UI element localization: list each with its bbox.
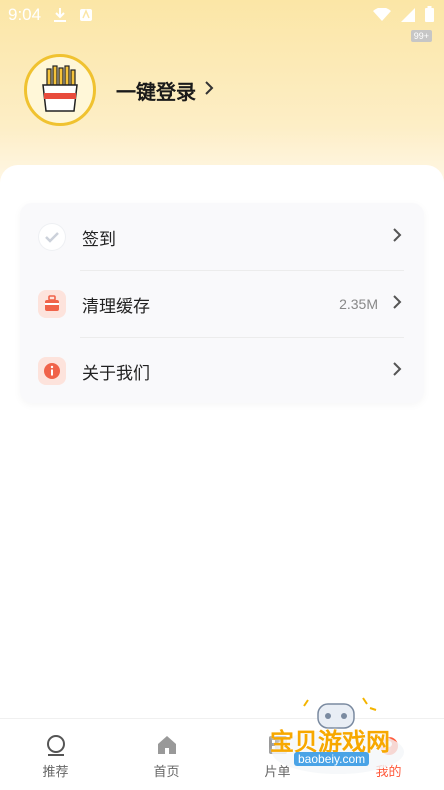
tab-label: 推荐 [42, 765, 69, 780]
menu-item-checkin[interactable]: 签到 [20, 204, 424, 270]
status-bar: 9:04 [0, 0, 444, 30]
chevron-right-icon [204, 80, 214, 101]
fries-icon [42, 65, 78, 112]
menu-item-about-us[interactable]: 关于我们 [20, 338, 424, 404]
menu-item-label: 清理缓存 [82, 296, 150, 317]
menu-item-label: 签到 [82, 229, 116, 250]
menu-item-label: 关于我们 [82, 363, 150, 384]
avatar[interactable] [24, 54, 96, 126]
info-icon [38, 357, 66, 385]
main-content: 签到 清理缓存 2.35M 关于我们 [0, 165, 444, 725]
tab-label: 首页 [153, 765, 180, 780]
settings-card: 签到 清理缓存 2.35M 关于我们 [20, 203, 424, 403]
profile-header[interactable]: 一键登录 [24, 54, 214, 126]
tab-recommend[interactable]: 推荐 [0, 719, 111, 790]
chevron-right-icon [392, 227, 402, 248]
check-circle-icon [38, 223, 66, 251]
status-time: 9:04 [8, 5, 42, 24]
menu-item-clear-cache[interactable]: 清理缓存 2.35M [20, 271, 424, 337]
battery-icon [425, 6, 434, 26]
circle-icon [44, 733, 68, 757]
trash-basket-icon [38, 290, 66, 318]
app-notification-icon [79, 7, 93, 23]
watermark-url: baobeiy.com [294, 752, 370, 766]
chevron-right-icon [392, 361, 402, 382]
wifi-icon [373, 6, 391, 26]
signal-icon [401, 7, 415, 26]
home-icon [155, 733, 179, 757]
chevron-right-icon [392, 294, 402, 315]
notification-count-badge: 99+ [410, 30, 432, 42]
download-icon [53, 7, 67, 23]
cache-size-value: 2.35M [339, 296, 378, 312]
one-click-login-link[interactable]: 一键登录 [116, 76, 196, 105]
tab-home[interactable]: 首页 [111, 719, 222, 790]
